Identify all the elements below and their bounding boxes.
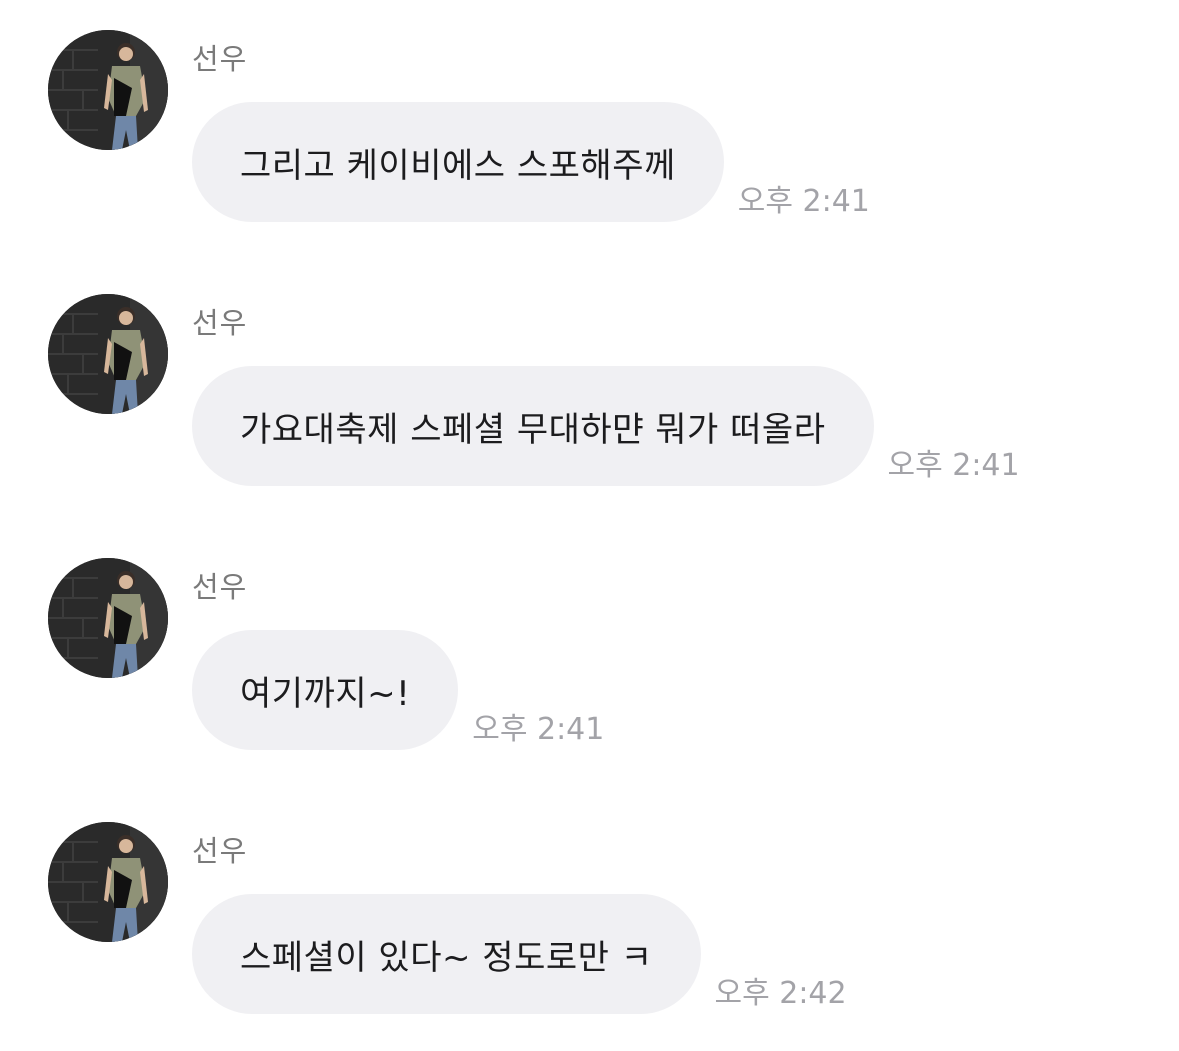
profile-photo-icon — [48, 294, 168, 414]
message-bubble[interactable]: 스페셜이 있다~ 정도로만 ㅋ — [192, 894, 701, 1014]
profile-photo-icon — [48, 558, 168, 678]
profile-photo-icon — [48, 30, 168, 150]
message-timestamp: 오후 2:42 — [714, 976, 847, 1011]
bubble-row: 그리고 케이비에스 스포해주께 오후 2:41 — [192, 102, 870, 222]
message-item: 선우 여기까지~! 오후 2:41 — [0, 528, 1179, 750]
sender-name: 선우 — [192, 834, 248, 868]
bubble-row: 가요대축제 스페셜 무대하먄 뭐가 떠올라 오후 2:41 — [192, 366, 1020, 486]
avatar[interactable] — [48, 822, 168, 942]
sender-name: 선우 — [192, 42, 248, 76]
message-bubble[interactable]: 그리고 케이비에스 스포해주께 — [192, 102, 724, 222]
bubble-row: 여기까지~! 오후 2:41 — [192, 630, 604, 750]
message-timestamp: 오후 2:41 — [737, 184, 870, 219]
avatar[interactable] — [48, 30, 168, 150]
message-item: 선우 그리고 케이비에스 스포해주께 오후 2:41 — [0, 0, 1179, 222]
chat-message-list: 선우 그리고 케이비에스 스포해주께 오후 2:41 선우 가요대축제 스페셜 … — [0, 0, 1179, 1051]
message-item: 선우 가요대축제 스페셜 무대하먄 뭐가 떠올라 오후 2:41 — [0, 264, 1179, 486]
bubble-row: 스페셜이 있다~ 정도로만 ㅋ 오후 2:42 — [192, 894, 847, 1014]
avatar[interactable] — [48, 294, 168, 414]
sender-name: 선우 — [192, 570, 248, 604]
avatar[interactable] — [48, 558, 168, 678]
message-timestamp: 오후 2:41 — [472, 712, 605, 747]
message-bubble[interactable]: 가요대축제 스페셜 무대하먄 뭐가 떠올라 — [192, 366, 874, 486]
message-timestamp: 오후 2:41 — [887, 448, 1020, 483]
sender-name: 선우 — [192, 306, 248, 340]
profile-photo-icon — [48, 822, 168, 942]
message-bubble[interactable]: 여기까지~! — [192, 630, 459, 750]
message-item: 선우 스페셜이 있다~ 정도로만 ㅋ 오후 2:42 — [0, 792, 1179, 1014]
